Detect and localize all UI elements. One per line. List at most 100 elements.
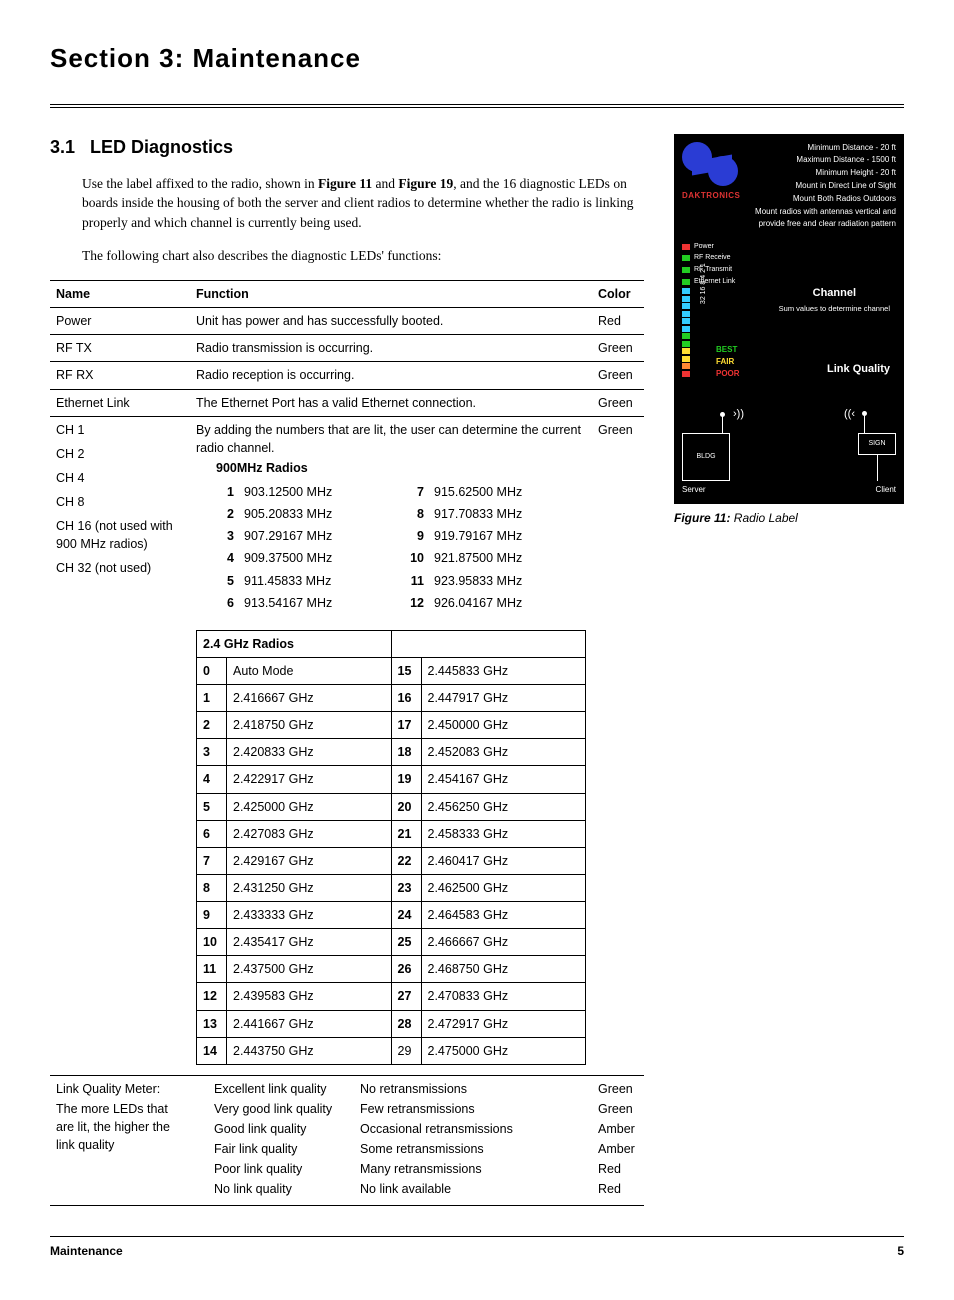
freq-num: 29	[391, 1037, 421, 1064]
th-function: Function	[190, 281, 592, 308]
lq-color: Amber	[598, 1140, 638, 1158]
lqm-fn-cell: Excellent link qualityVery good link qua…	[190, 1075, 592, 1205]
freq-num: 2	[216, 505, 234, 523]
led-label: RF Receive	[694, 253, 731, 263]
freq-num: 10	[197, 929, 227, 956]
freq-val: 2.425000 GHz	[227, 793, 392, 820]
freq-num: 22	[391, 847, 421, 874]
spec-line: Mount in Direct Line of Sight	[755, 180, 896, 193]
freq-num: 14	[197, 1037, 227, 1064]
freq-val: 2.422917 GHz	[227, 766, 392, 793]
link-quality-head: Link Quality	[827, 362, 890, 378]
head-900: 900MHz Radios	[216, 459, 586, 477]
best-fair-poor: BEST FAIR POOR	[716, 344, 740, 380]
freq-num: 7	[406, 483, 424, 501]
ch-fn-intro: By adding the numbers that are lit, the …	[196, 421, 586, 457]
freq-val: 2.454167 GHz	[421, 766, 586, 793]
subheading: 3.1 LED Diagnostics	[50, 134, 644, 160]
table-cell-name: RF RX	[50, 362, 190, 389]
bfp-poor: POOR	[716, 368, 740, 380]
footer-page-number: 5	[897, 1243, 904, 1260]
freq-val: Auto Mode	[227, 657, 392, 684]
freq-num: 24	[391, 902, 421, 929]
scene-block: ›)) BLDG ((‹ SIGN	[682, 411, 896, 496]
freq-val: 2.458333 GHz	[421, 820, 586, 847]
freq-num: 12	[197, 983, 227, 1010]
spec-line: provide free and clear radiation pattern	[755, 218, 896, 231]
ref-fig11: Figure 11	[318, 176, 372, 191]
table-cell-name: Power	[50, 308, 190, 335]
ch-name: CH 32 (not used)	[56, 559, 184, 577]
freq-num: 5	[197, 793, 227, 820]
freq-val: 923.95833 MHz	[434, 572, 586, 590]
freq-val: 2.475000 GHz	[421, 1037, 586, 1064]
daktronics-logo-icon	[682, 142, 742, 188]
freq-val: 2.416667 GHz	[227, 685, 392, 712]
freq-val: 917.70833 MHz	[434, 505, 586, 523]
table-cell-fn: Unit has power and has successfully boot…	[190, 308, 592, 335]
freq-val: 2.462500 GHz	[421, 874, 586, 901]
th-name: Name	[50, 281, 190, 308]
freq-val: 2.472917 GHz	[421, 1010, 586, 1037]
freq-num: 28	[391, 1010, 421, 1037]
freq-val: 919.79167 MHz	[434, 527, 586, 545]
freq-num: 19	[391, 766, 421, 793]
led-icon	[682, 341, 690, 347]
spec-line: Minimum Height - 20 ft	[755, 167, 896, 180]
freq-val: 2.468750 GHz	[421, 956, 586, 983]
freq-num: 10	[406, 549, 424, 567]
bfp-fair: FAIR	[716, 356, 740, 368]
channel-block: Channel Sum values to determine channel	[779, 286, 890, 313]
freq-900-col-b: 7915.62500 MHz8917.70833 MHz9919.79167 M…	[406, 483, 586, 616]
freq-val: 2.433333 GHz	[227, 902, 392, 929]
led-icon	[682, 244, 690, 250]
freq-val: 2.429167 GHz	[227, 847, 392, 874]
lq-quality: Poor link quality	[214, 1160, 354, 1178]
ch-names-cell: CH 1CH 2CH 4CH 8CH 16 (not used with 900…	[50, 416, 190, 1075]
ch-function-cell: By adding the numbers that are lit, the …	[190, 416, 592, 1075]
led-icon	[682, 363, 690, 369]
side-column: DAKTRONICS Minimum Distance - 20 ftMaxim…	[674, 134, 904, 527]
lq-quality: Fair link quality	[214, 1140, 354, 1158]
ch-name: CH 8	[56, 493, 184, 511]
freq-val: 2.435417 GHz	[227, 929, 392, 956]
freq-num: 4	[197, 766, 227, 793]
paragraph-2: The following chart also describes the d…	[82, 246, 644, 266]
lqm-name-cell: Link Quality Meter: The more LEDs that a…	[50, 1075, 190, 1205]
diagnostics-table: Name Function Color PowerUnit has power …	[50, 280, 644, 1206]
fig-num: Figure 11:	[674, 511, 730, 525]
led-icon	[682, 303, 690, 309]
lq-quality: No link quality	[214, 1180, 354, 1198]
section-title: Section 3: Maintenance	[50, 40, 904, 82]
freq-num: 8	[197, 874, 227, 901]
freq-num: 21	[391, 820, 421, 847]
sign-icon: SIGN	[858, 433, 896, 455]
led-icon	[682, 356, 690, 362]
freq-num: 6	[216, 594, 234, 612]
freq-num: 8	[406, 505, 424, 523]
lqm-name1: Link Quality Meter:	[56, 1080, 184, 1098]
table-cell-color: Green	[592, 335, 644, 362]
freq-val: 2.447917 GHz	[421, 685, 586, 712]
table-cell-color: Green	[592, 389, 644, 416]
lq-retrans: Some retransmissions	[360, 1140, 586, 1158]
led-icon	[682, 326, 690, 332]
led-icon	[682, 288, 690, 294]
freq-num: 6	[197, 820, 227, 847]
server-label: Server	[682, 484, 706, 496]
channel-sub: Sum values to determine channel	[779, 304, 890, 313]
main-column: 3.1 LED Diagnostics Use the label affixe…	[50, 134, 644, 1206]
led-icon	[682, 318, 690, 324]
led-label: Power	[694, 242, 714, 252]
freq-num: 13	[197, 1010, 227, 1037]
freq-num: 1	[216, 483, 234, 501]
ch-color-cell: Green	[592, 416, 644, 1075]
freq-num: 16	[391, 685, 421, 712]
table-cell-color: Green	[592, 362, 644, 389]
table-cell-name: RF TX	[50, 335, 190, 362]
freq-val: 2.450000 GHz	[421, 712, 586, 739]
sub-title: LED Diagnostics	[90, 137, 233, 157]
freq-val: 2.443750 GHz	[227, 1037, 392, 1064]
head-24: 2.4 GHz Radios	[197, 630, 392, 657]
led-icon	[682, 255, 690, 261]
